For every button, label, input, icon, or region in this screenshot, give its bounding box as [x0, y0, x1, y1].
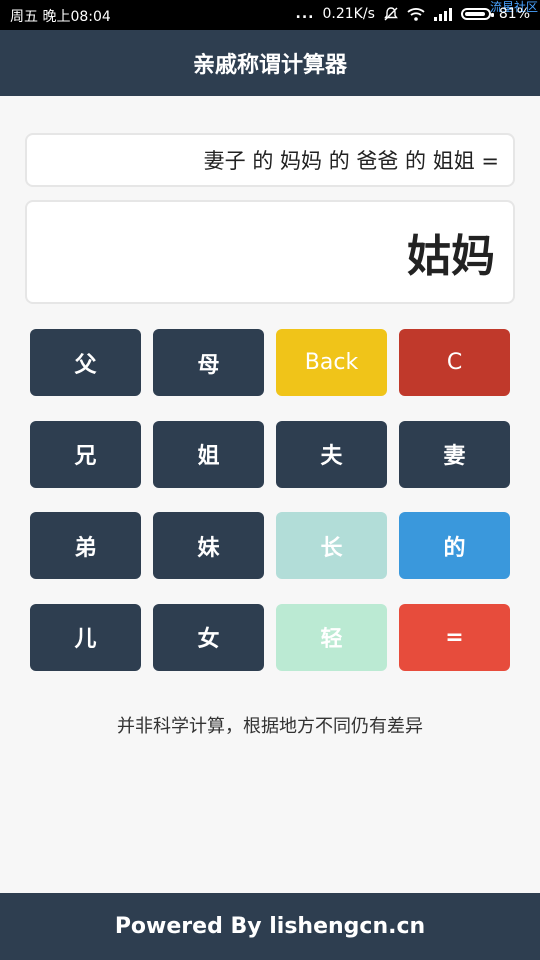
result-text: 姑妈	[407, 231, 495, 282]
status-dots: ...	[295, 6, 315, 22]
signal-icon	[433, 7, 453, 21]
wifi-icon	[407, 7, 425, 21]
key-husband[interactable]: 夫	[276, 420, 387, 488]
key-elder-brother[interactable]: 兄	[30, 420, 141, 488]
key-wife[interactable]: 妻	[399, 420, 510, 488]
key-of[interactable]: 的	[399, 512, 510, 579]
footer: Powered By lishengcn.cn	[0, 893, 540, 960]
battery-icon	[460, 8, 494, 20]
app-title-bar: 亲戚称谓计算器	[0, 30, 540, 96]
key-daughter[interactable]: 女	[153, 603, 264, 671]
expression-text: 妻子 的 妈妈 的 爸爸 的 姐姐 =	[203, 149, 499, 173]
app-title: 亲戚称谓计算器	[192, 53, 347, 78]
network-speed: 0.21K/s	[322, 6, 375, 22]
expression-display: 妻子 的 妈妈 的 爸爸 的 姐姐 =	[25, 133, 515, 187]
key-son[interactable]: 儿	[30, 603, 141, 671]
key-father[interactable]: 父	[30, 329, 141, 396]
key-back[interactable]: Back	[276, 329, 387, 396]
status-time: 周五 晚上08:04	[10, 9, 111, 25]
disclaimer-note: 并非科学计算，根据地方不同仍有差异	[117, 716, 423, 737]
status-bar: 周五 晚上08:04 流星社区 ... 0.21K/s 81%	[0, 0, 540, 30]
key-elder-sister[interactable]: 姐	[153, 420, 264, 488]
key-mother[interactable]: 母	[153, 329, 264, 396]
key-younger-brother[interactable]: 弟	[30, 512, 141, 579]
key-younger[interactable]: 轻	[276, 603, 387, 671]
key-younger-sister[interactable]: 妹	[153, 512, 264, 579]
key-clear[interactable]: C	[399, 329, 510, 396]
key-equals[interactable]: =	[399, 603, 510, 671]
keypad: 父 母 Back C 兄 姐 夫 妻 弟 妹 长 的 儿 女 轻 =	[30, 329, 510, 671]
footer-credit[interactable]: Powered By lishengcn.cn	[115, 914, 425, 939]
status-right: ... 0.21K/s 81%	[296, 6, 530, 22]
key-older[interactable]: 长	[276, 512, 387, 579]
mute-icon	[383, 6, 399, 22]
result-display: 姑妈	[25, 200, 515, 304]
battery-percent: 81%	[498, 6, 530, 22]
